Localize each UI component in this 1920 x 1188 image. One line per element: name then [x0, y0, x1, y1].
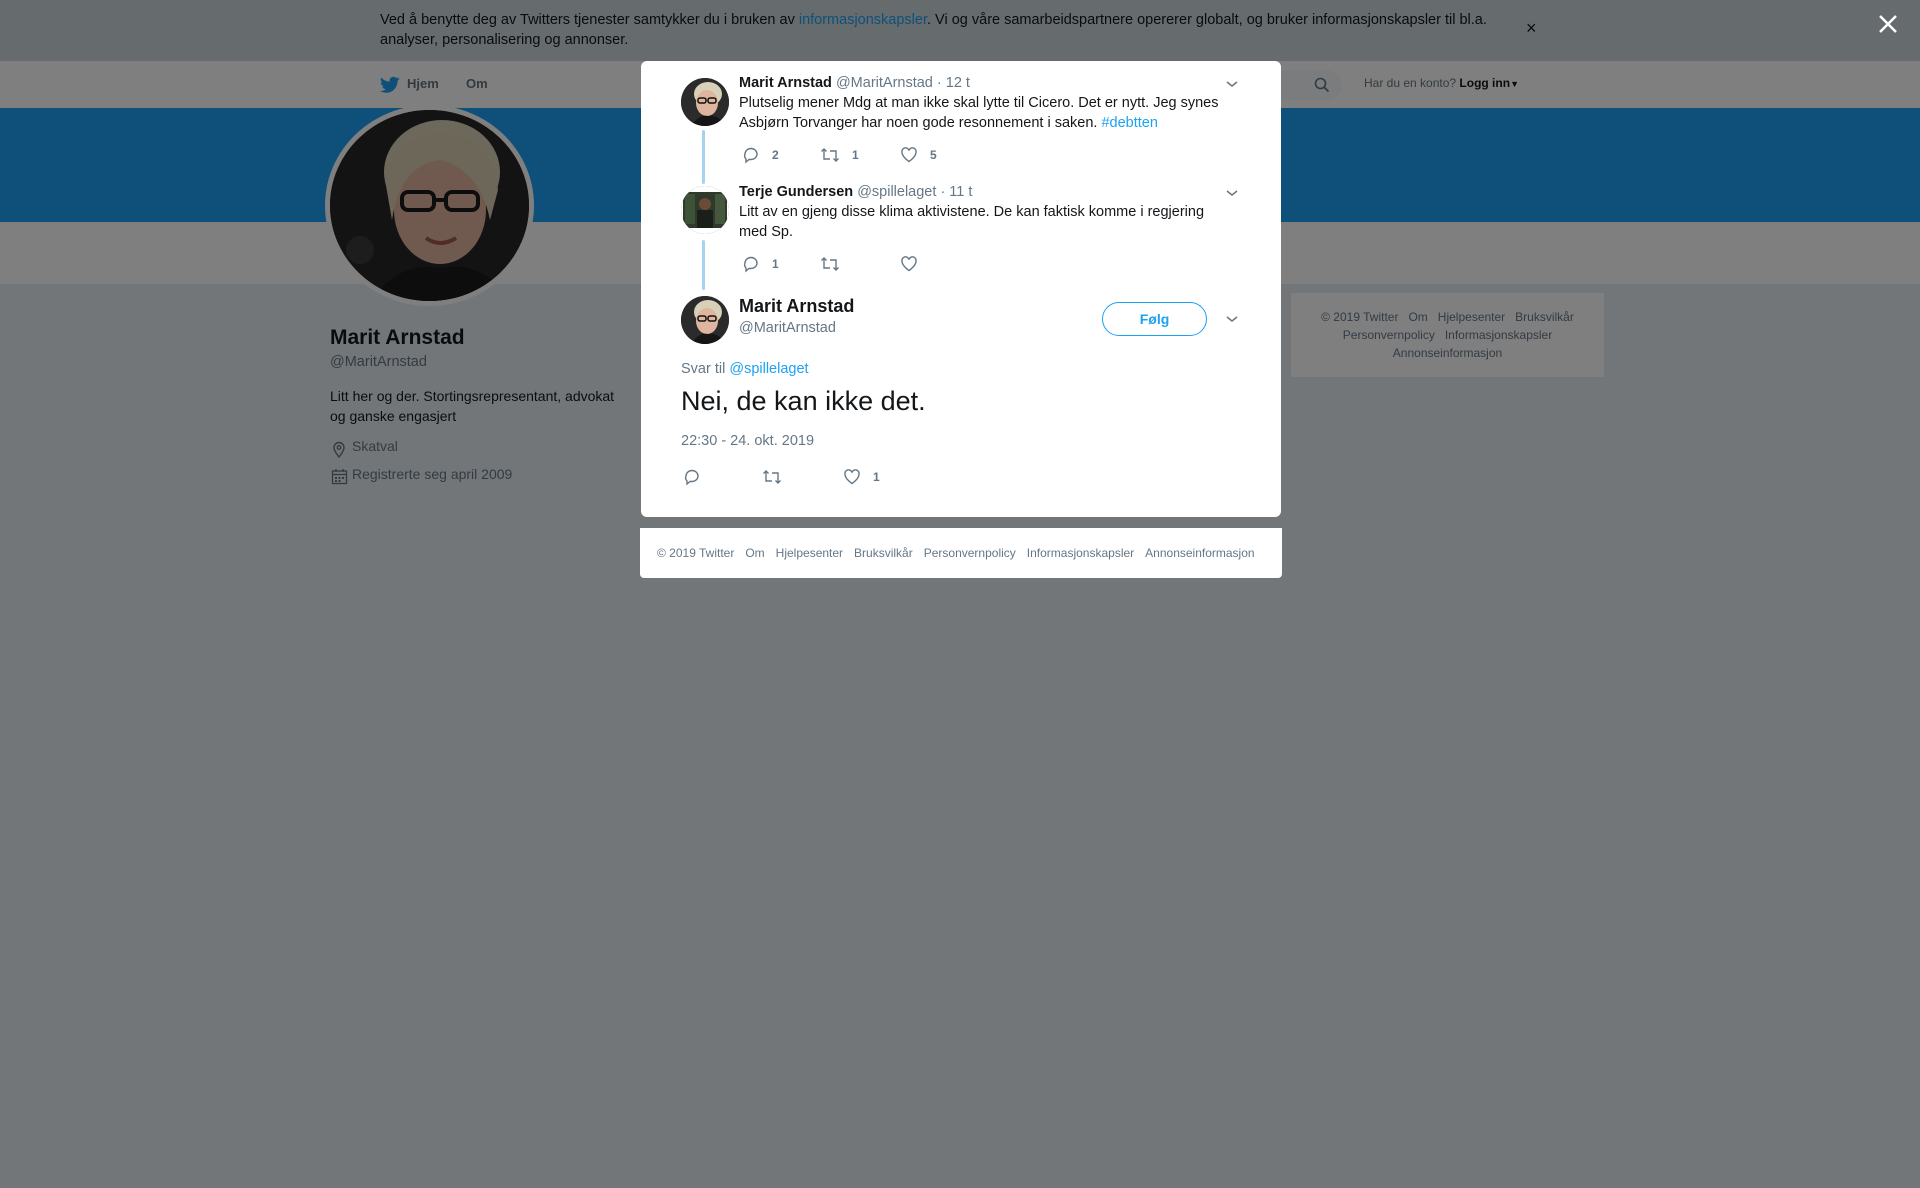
like-action[interactable]: 1: [843, 468, 880, 486]
footer-link-terms[interactable]: Bruksvilkår: [854, 546, 913, 560]
heart-icon: [901, 256, 917, 272]
retweet-action[interactable]: 1: [820, 146, 859, 164]
reply-icon: [743, 256, 758, 273]
footer-link-about[interactable]: Om: [745, 546, 764, 560]
reply-icon: [684, 469, 699, 486]
like-action[interactable]: 5: [900, 146, 937, 164]
footer-link-help[interactable]: Hjelpesenter: [776, 546, 843, 560]
chevron-down-icon[interactable]: [1224, 185, 1240, 201]
tweet-author-handle[interactable]: @MaritArnstad: [836, 75, 933, 91]
modal-footer: © 2019 Twitter Om Hjelpesenter Bruksvilk…: [640, 528, 1282, 578]
retweet-action[interactable]: [762, 468, 794, 486]
thread-connector: [702, 130, 705, 184]
hashtag-link[interactable]: #debtten: [1101, 115, 1157, 131]
tweet-author-name[interactable]: Marit Arnstad: [739, 75, 832, 91]
retweet-icon: [821, 257, 839, 271]
thread-connector: [702, 240, 705, 290]
heart-icon: [844, 469, 860, 485]
tweet-text: Plutselig mener Mdg at man ikke skal lyt…: [739, 93, 1219, 133]
reply-count: 1: [772, 257, 779, 271]
footer-link-cookies[interactable]: Informasjonskapsler: [1027, 546, 1134, 560]
retweet-icon: [763, 470, 781, 484]
tweet-header: Marit Arnstad @MaritArnstad · 12 t: [739, 75, 970, 91]
like-action[interactable]: [900, 255, 930, 273]
reply-to-link[interactable]: @spillelaget: [729, 361, 808, 377]
reply-action[interactable]: [683, 468, 713, 486]
main-tweet-avatar[interactable]: [681, 296, 729, 344]
reply-to-line: Svar til @spillelaget: [681, 361, 809, 377]
tweet-avatar[interactable]: [681, 186, 729, 234]
chevron-down-icon[interactable]: [1224, 311, 1240, 327]
reply-action[interactable]: 2: [742, 146, 779, 164]
main-tweet-author-handle[interactable]: @MaritArnstad: [739, 320, 836, 336]
like-count: 5: [930, 148, 937, 162]
retweet-count: 1: [852, 148, 859, 162]
main-tweet-text: Nei, de kan ikke det.: [681, 386, 926, 416]
retweet-icon: [821, 148, 839, 162]
tweet-author-handle[interactable]: @spillelaget: [857, 184, 936, 200]
main-tweet-timestamp[interactable]: 22:30 - 24. okt. 2019: [681, 433, 814, 449]
reply-icon: [743, 147, 758, 164]
tweet-text: Litt av en gjeng disse klima aktivistene…: [739, 204, 1205, 240]
reply-action[interactable]: 1: [742, 255, 779, 273]
reply-to-prefix: Svar til: [681, 361, 730, 377]
retweet-action[interactable]: [820, 255, 852, 273]
follow-button[interactable]: Følg: [1102, 302, 1207, 336]
footer-link-privacy[interactable]: Personvernpolicy: [924, 546, 1016, 560]
tweet-author-name[interactable]: Terje Gundersen: [739, 184, 853, 200]
like-count: 1: [873, 470, 880, 484]
reply-count: 2: [772, 148, 779, 162]
tweet-time[interactable]: · 12 t: [937, 75, 970, 91]
chevron-down-icon[interactable]: [1224, 76, 1240, 92]
close-icon[interactable]: [1874, 10, 1902, 38]
main-tweet-author-name[interactable]: Marit Arnstad: [739, 296, 854, 317]
tweet-time[interactable]: · 11 t: [940, 184, 972, 200]
tweet-header: Terje Gundersen @spillelaget · 11 t: [739, 184, 972, 200]
heart-icon: [901, 147, 917, 163]
footer-link-ads[interactable]: Annonseinformasjon: [1145, 546, 1254, 560]
footer-copyright: © 2019 Twitter: [657, 546, 735, 560]
tweet-avatar[interactable]: [681, 78, 729, 126]
